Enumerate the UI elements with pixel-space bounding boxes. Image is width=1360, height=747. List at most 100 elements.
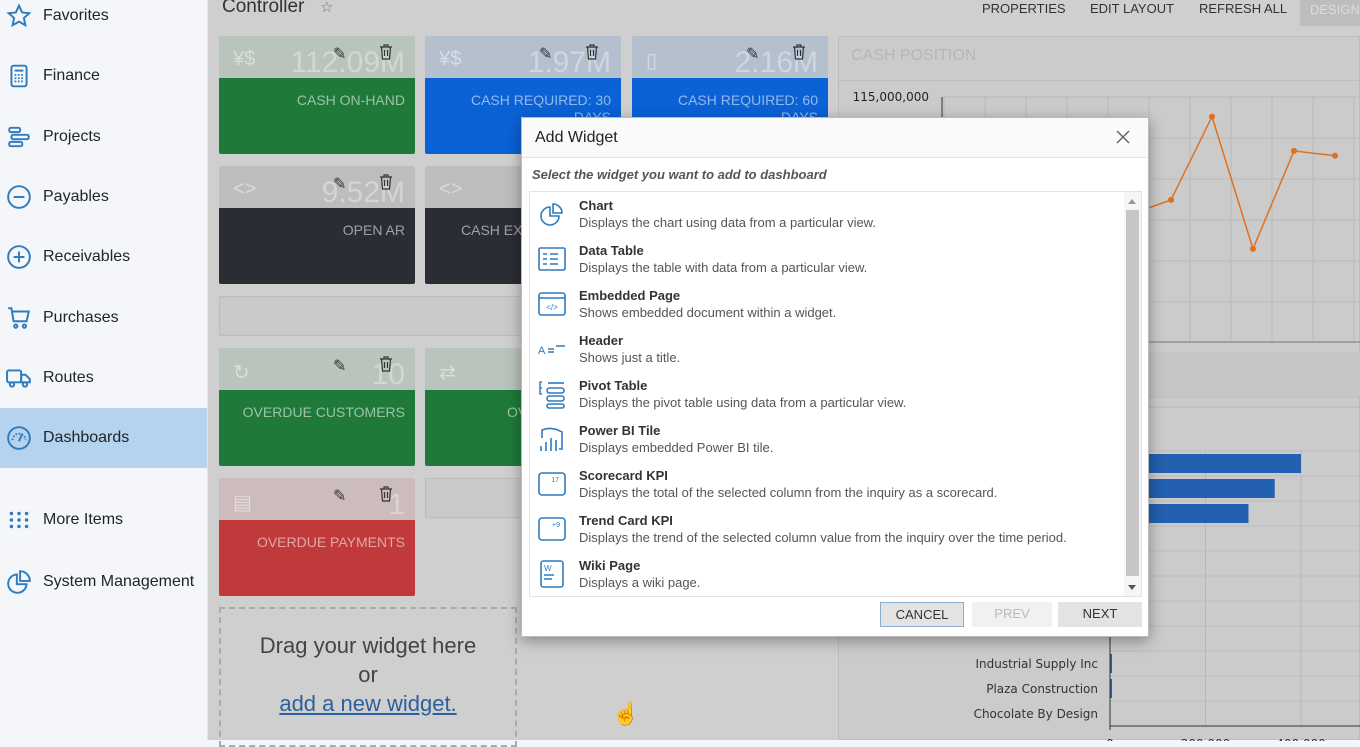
refresh-icon: ↻ <box>233 362 250 384</box>
widget-option-chart[interactable]: Chart Displays the chart using data from… <box>530 192 1125 237</box>
widget-dropzone[interactable]: Drag your widget here or add a new widge… <box>219 607 517 747</box>
power-bi-icon <box>540 427 563 451</box>
sidebar-item-dashboards[interactable]: Dashboards <box>0 408 207 468</box>
trash-icon[interactable] <box>792 44 806 60</box>
sidebar-item-label: Receivables <box>43 248 131 265</box>
scroll-up-arrow-icon[interactable] <box>1128 199 1136 204</box>
code-icon: <> <box>439 178 463 200</box>
plus-circle-icon <box>6 244 32 270</box>
x-tick-label: 400,000 <box>1276 737 1326 741</box>
widget-type-list: Chart Displays the chart using data from… <box>529 191 1142 597</box>
widget-option-desc: Displays the trend of the selected colum… <box>579 530 1067 545</box>
svg-text:+9: +9 <box>552 522 560 529</box>
widget-option-trend-card-kpi[interactable]: +9 Trend Card KPI Displays the trend of … <box>530 507 1125 552</box>
scroll-down-arrow-icon[interactable] <box>1128 585 1136 590</box>
widget-option-scorecard-kpi[interactable]: 17 Scorecard KPI Displays the total of t… <box>530 462 1125 507</box>
sidebar-item-label: Dashboards <box>43 429 130 446</box>
hand-cursor-icon: ☝ <box>612 701 640 726</box>
gauge-icon <box>6 425 32 451</box>
sidebar-item-label: Projects <box>43 128 101 145</box>
scorecard-icon: 17 <box>538 472 566 496</box>
edit-pencil-icon[interactable]: ✎ <box>333 356 346 376</box>
sidebar-item-label: More Items <box>43 511 124 528</box>
sidebar-item-purchases[interactable]: Purchases <box>0 288 207 348</box>
trash-icon[interactable] <box>379 174 393 190</box>
document-icon: ▯ <box>646 50 658 72</box>
trash-icon[interactable] <box>585 44 599 60</box>
minus-circle-icon <box>6 184 32 210</box>
trash-icon[interactable] <box>379 356 393 372</box>
widget-option-embedded-page[interactable]: </> Embedded Page Shows embedded documen… <box>530 282 1125 327</box>
projects-icon <box>6 124 32 150</box>
sidebar-item-finance[interactable]: Finance <box>0 46 207 106</box>
edit-pencil-icon[interactable]: ✎ <box>746 44 759 64</box>
edit-pencil-icon[interactable]: ✎ <box>333 486 346 506</box>
widget-option-title: Embedded Page <box>579 288 681 303</box>
widget-option-desc: Displays the pivot table using data from… <box>579 395 907 410</box>
cart-icon <box>6 305 32 331</box>
edit-pencil-icon[interactable]: ✎ <box>539 44 552 64</box>
close-icon[interactable] <box>1114 128 1132 146</box>
sidebar-item-label: Finance <box>43 67 100 84</box>
properties-button[interactable]: PROPERTIES <box>982 0 1066 26</box>
sidebar-item-system-management[interactable]: System Management <box>0 552 207 612</box>
grid-dots-icon <box>6 507 32 533</box>
x-tick-label: 0 <box>1106 737 1114 741</box>
edit-pencil-icon[interactable]: ✎ <box>333 44 346 64</box>
sidebar-item-payables[interactable]: Payables <box>0 167 207 227</box>
refresh-all-button[interactable]: REFRESH ALL <box>1199 0 1287 26</box>
widget-option-pivot-table[interactable]: Pivot Table Displays the pivot table usi… <box>530 372 1125 417</box>
widget-option-desc: Displays the chart using data from a par… <box>579 215 876 230</box>
sidebar-item-label: Purchases <box>43 309 119 326</box>
favorite-star-icon[interactable]: ☆ <box>320 0 333 16</box>
widget-option-desc: Shows just a title. <box>579 350 681 365</box>
sidebar-item-favorites[interactable]: Favorites <box>0 0 207 46</box>
currency-icon: ¥$ <box>439 48 462 70</box>
y-tick-label: 115,000,000 <box>853 90 929 104</box>
sidebar-item-receivables[interactable]: Receivables <box>0 227 207 287</box>
svg-text:</>: </> <box>546 303 558 312</box>
sidebar-item-routes[interactable]: Routes <box>0 348 207 408</box>
add-new-widget-link[interactable]: add a new widget. <box>279 691 456 716</box>
kpi-tile-overdue-payments[interactable]: ▤ 1 ✎ OVERDUE PAYMENTS <box>219 478 415 596</box>
trash-icon[interactable] <box>379 486 393 502</box>
widget-option-desc: Shows embedded document within a widget. <box>579 305 837 320</box>
sidebar-item-label: System Management <box>43 573 195 590</box>
scroll-thumb[interactable] <box>1126 210 1139 576</box>
kpi-tile-open-ar[interactable]: <> 9.52M ✎ OPEN AR <box>219 166 415 284</box>
widget-option-header[interactable]: A Header Shows just a title. <box>530 327 1125 372</box>
dialog-title: Add Widget <box>535 128 618 146</box>
trend-card-icon: +9 <box>538 517 566 541</box>
next-button[interactable]: NEXT <box>1058 602 1142 627</box>
trash-icon[interactable] <box>379 44 393 60</box>
dialog-subtitle: Select the widget you want to add to das… <box>532 167 827 182</box>
sidebar-item-more-items[interactable]: More Items <box>0 490 207 550</box>
sidebar-item-label: Payables <box>43 188 109 205</box>
bar-category-label: Chocolate By Design <box>974 707 1098 721</box>
header-icon: A <box>538 345 565 357</box>
data-table-icon <box>538 247 566 271</box>
kpi-tile-cash-on-hand[interactable]: ¥$ 112.09M ✎ CASH ON-HAND <box>219 36 415 154</box>
truck-icon <box>6 365 32 391</box>
dialog-header: Add Widget <box>522 118 1148 158</box>
dropzone-or: or <box>358 662 378 687</box>
data-point <box>1168 196 1174 203</box>
tile-label: OPEN AR <box>342 222 405 238</box>
cancel-button[interactable]: CANCEL <box>880 602 964 627</box>
design-button[interactable]: DESIGN <box>1300 0 1360 26</box>
list-scrollbar[interactable] <box>1124 192 1141 596</box>
pivot-table-icon <box>539 381 565 409</box>
widget-option-title: Chart <box>579 198 613 213</box>
widget-option-power-bi-tile[interactable]: Power BI Tile Displays embedded Power BI… <box>530 417 1125 462</box>
edit-pencil-icon[interactable]: ✎ <box>333 174 346 194</box>
prev-button[interactable]: PREV <box>972 602 1052 627</box>
currency-icon: ¥$ <box>233 48 256 70</box>
widget-option-desc: Displays embedded Power BI tile. <box>579 440 774 455</box>
kpi-tile-overdue-customers[interactable]: ↻ 10 ✎ OVERDUE CUSTOMERS <box>219 348 415 466</box>
widget-option-wiki-page[interactable]: W Wiki Page Displays a wiki page. <box>530 552 1125 596</box>
edit-layout-button[interactable]: EDIT LAYOUT <box>1090 0 1174 26</box>
sidebar-item-projects[interactable]: Projects <box>0 107 207 167</box>
sidebar-item-label: Routes <box>43 369 94 386</box>
widget-option-title: Pivot Table <box>579 378 648 393</box>
widget-option-data-table[interactable]: Data Table Displays the table with data … <box>530 237 1125 282</box>
